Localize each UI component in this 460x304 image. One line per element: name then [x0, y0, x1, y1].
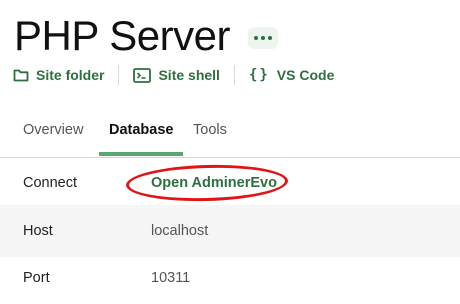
table-row: Port 10311: [0, 252, 460, 304]
page-title: PHP Server: [14, 12, 230, 59]
folder-icon: [13, 69, 29, 82]
port-value: 10311: [151, 270, 191, 286]
tab-database[interactable]: Database: [109, 110, 173, 158]
table-row: Host localhost: [0, 205, 460, 257]
vs-code-label: VS Code: [276, 67, 335, 83]
code-braces-icon: {}: [248, 67, 270, 83]
tab-overview[interactable]: Overview: [23, 110, 83, 158]
header: PHP Server: [14, 10, 278, 62]
vs-code-button[interactable]: {} VS Code: [249, 64, 334, 86]
site-folder-label: Site folder: [36, 67, 105, 83]
host-value: localhost: [151, 223, 209, 239]
site-shell-label: Site shell: [158, 67, 220, 83]
divider: [118, 65, 120, 85]
more-options-button[interactable]: [247, 27, 278, 49]
host-key: Host: [23, 223, 53, 239]
connect-key: Connect: [23, 175, 78, 191]
active-tab-indicator: [99, 152, 183, 156]
tab-bar: Overview Database Tools: [0, 110, 460, 158]
divider: [233, 65, 235, 85]
site-actions: Site folder Site shell {} VS Code: [13, 64, 334, 86]
terminal-icon: [133, 67, 152, 83]
port-key: Port: [23, 270, 50, 286]
more-dot: [267, 36, 272, 40]
more-dot: [260, 36, 265, 40]
more-dots-icon: [253, 36, 258, 40]
site-folder-button[interactable]: Site folder: [13, 64, 104, 86]
tab-tools[interactable]: Tools: [193, 110, 227, 158]
site-shell-button[interactable]: Site shell: [133, 64, 220, 86]
